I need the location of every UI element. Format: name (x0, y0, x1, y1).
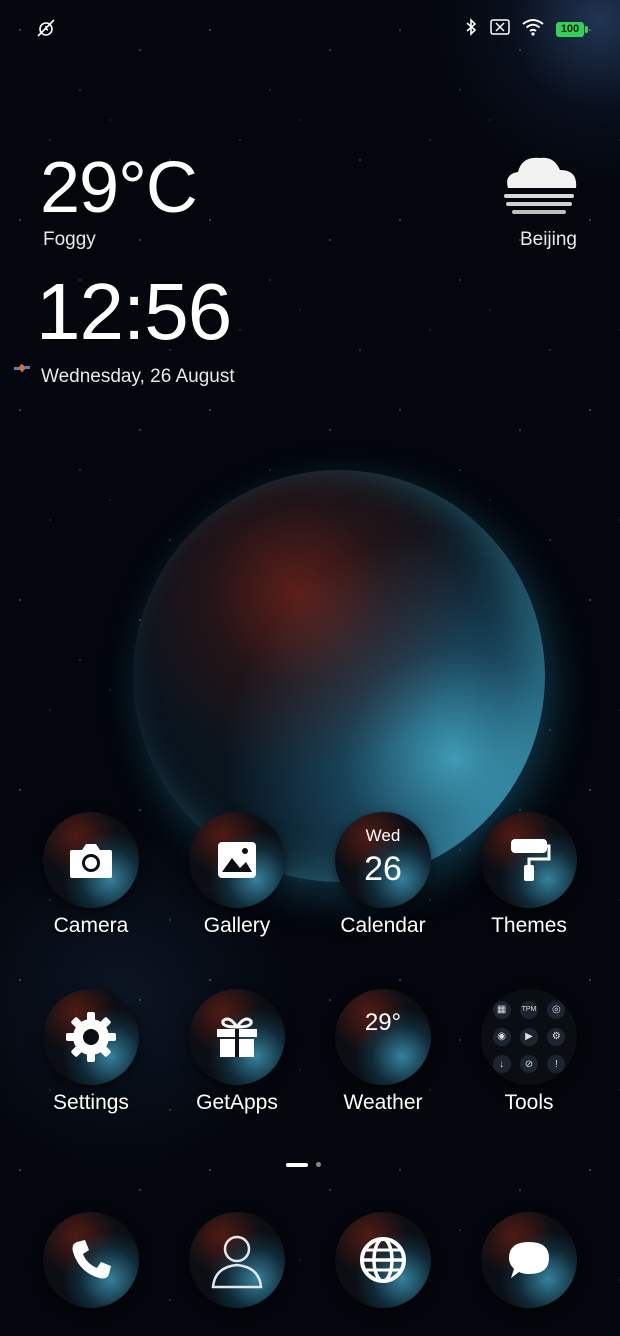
app-calendar[interactable]: Wed 26 Calendar (323, 812, 443, 938)
tools-mini-icon: ⚙ (547, 1027, 566, 1046)
battery-icon: 100 (556, 22, 588, 37)
tools-mini-icon: ◉ (492, 1027, 511, 1046)
image-icon (189, 812, 285, 908)
page-dot-active (286, 1162, 308, 1167)
app-label: Tools (504, 1091, 554, 1114)
app-tools-folder[interactable]: ▦ TPM ◎ ◉ ▶ ⚙ ↓ ⊘ ! Tools (469, 989, 589, 1115)
calendar-day: Wed (365, 826, 401, 845)
app-label: Gallery (203, 914, 271, 937)
tools-mini-icon: ◎ (547, 1000, 566, 1019)
satellite-icon (14, 360, 30, 381)
tools-mini-icon: ⊘ (519, 1055, 538, 1074)
page-indicator (286, 1162, 321, 1167)
paint-roller-icon (481, 812, 577, 908)
camera-icon (43, 812, 139, 908)
clock-time[interactable]: 12:56 (36, 266, 232, 358)
page-dot (316, 1162, 321, 1167)
app-label: GetApps (196, 1091, 278, 1114)
weather-app-temp: 29° (364, 1009, 402, 1036)
app-label: Calendar (340, 914, 426, 937)
phone-icon (43, 1212, 139, 1308)
dock-contacts[interactable] (177, 1212, 297, 1308)
weather-condition: Foggy (43, 229, 96, 250)
wifi-icon (522, 18, 544, 41)
app-themes[interactable]: Themes (469, 812, 589, 938)
weather-icon: 29° (335, 989, 431, 1085)
tools-mini-icon: ▶ (519, 1027, 538, 1046)
dock-browser[interactable] (323, 1212, 443, 1308)
fog-cloud-icon (498, 150, 580, 221)
no-sim-icon (490, 19, 510, 40)
app-label: Themes (491, 914, 567, 937)
tools-mini-icon: ! (547, 1055, 566, 1074)
dock-messages[interactable] (469, 1212, 589, 1308)
alarm-off-icon (36, 18, 56, 43)
app-camera[interactable]: Camera (31, 812, 151, 938)
contacts-icon (189, 1212, 285, 1308)
bluetooth-icon (464, 18, 478, 41)
tools-mini-icon: ▦ (492, 1000, 511, 1019)
tools-folder-icon: ▦ TPM ◎ ◉ ▶ ⚙ ↓ ⊘ ! (481, 989, 577, 1085)
clock-date: Wednesday, 26 August (41, 366, 235, 387)
messages-icon (481, 1212, 577, 1308)
weather-temperature[interactable]: 29°C (40, 148, 198, 228)
tools-mini-icon: TPM (519, 1000, 538, 1019)
app-label: Camera (53, 914, 129, 937)
status-bar: 100 (0, 0, 620, 58)
weather-city: Beijing (519, 229, 577, 250)
tools-mini-icon: ↓ (492, 1055, 511, 1074)
app-settings[interactable]: Settings (31, 989, 151, 1115)
app-gallery[interactable]: Gallery (177, 812, 297, 938)
calendar-icon: Wed 26 (335, 812, 431, 908)
app-label: Weather (343, 1091, 423, 1114)
app-getapps[interactable]: GetApps (177, 989, 297, 1115)
browser-globe-icon (335, 1212, 431, 1308)
calendar-date: 26 (364, 850, 402, 888)
app-weather[interactable]: 29° Weather (323, 989, 443, 1115)
app-label: Settings (53, 1091, 129, 1114)
dock-phone[interactable] (31, 1212, 151, 1308)
gear-icon (43, 989, 139, 1085)
gift-icon (189, 989, 285, 1085)
